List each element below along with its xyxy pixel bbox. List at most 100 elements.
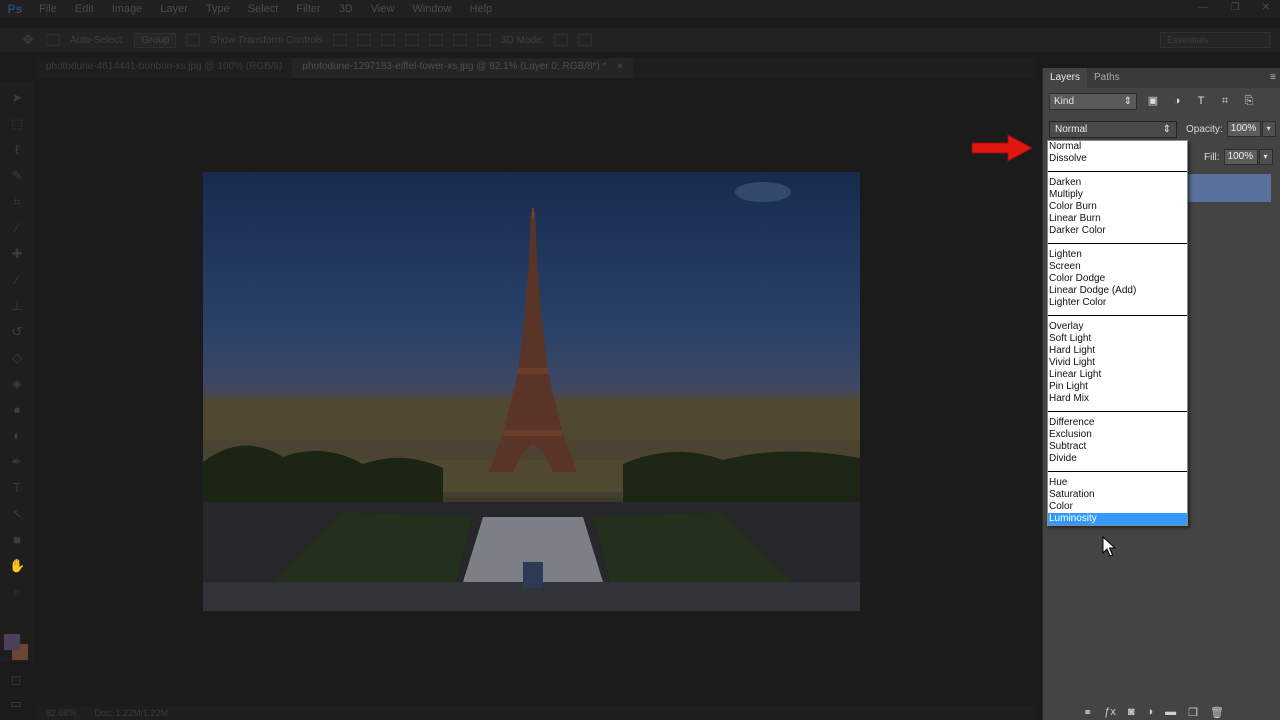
zoom-level[interactable]: 82.08% (46, 708, 77, 718)
document-tab-eiffel[interactable]: photodune-1297183-eiffel-tower-xs.jpg @ … (292, 58, 634, 78)
fill-dropdown-icon[interactable]: ▾ (1258, 149, 1273, 165)
blend-mode-option-lighten[interactable]: Lighten (1048, 249, 1187, 261)
blend-mode-option-linear-light[interactable]: Linear Light (1048, 369, 1187, 381)
blend-mode-option-color-dodge[interactable]: Color Dodge (1048, 273, 1187, 285)
screen-mode-icon[interactable]: ▭ (8, 696, 24, 712)
blend-mode-option-soft-light[interactable]: Soft Light (1048, 333, 1187, 345)
tab-layers[interactable]: Layers (1043, 68, 1088, 88)
blend-mode-option-hue[interactable]: Hue (1048, 477, 1187, 489)
blend-mode-option-darken[interactable]: Darken (1048, 177, 1187, 189)
document-image[interactable] (203, 172, 860, 611)
fill-input[interactable]: 100% (1223, 149, 1258, 165)
path-select-tool-icon[interactable]: ↖ (9, 506, 25, 522)
delete-layer-icon[interactable]: 🗑 (1210, 706, 1224, 720)
auto-select-checkbox[interactable] (46, 34, 60, 46)
blend-mode-option-multiply[interactable]: Multiply (1048, 189, 1187, 201)
blend-mode-option-overlay[interactable]: Overlay (1048, 321, 1187, 333)
move-tool-icon[interactable]: ✥ (20, 32, 36, 48)
dodge-tool-icon[interactable]: ◐ (9, 428, 25, 444)
menu-edit[interactable]: Edit (66, 3, 103, 15)
distribute-icon[interactable] (477, 34, 492, 46)
quick-mask-icon[interactable]: ◻ (8, 672, 24, 688)
menu-select[interactable]: Select (239, 3, 288, 15)
menu-file[interactable]: File (30, 3, 66, 15)
opacity-input[interactable]: 100% (1226, 121, 1261, 137)
new-group-icon[interactable]: ▬ (1165, 706, 1176, 720)
document-tab-bonbon[interactable]: photodune-4614441-bonbon-xs.jpg @ 100% (… (36, 58, 292, 78)
panel-menu-icon[interactable]: ≡ (1270, 72, 1276, 83)
menu-type[interactable]: Type (197, 3, 239, 15)
3d-pan-icon[interactable] (578, 34, 593, 46)
healing-brush-tool-icon[interactable]: ✚ (9, 246, 25, 262)
blend-mode-option-saturation[interactable]: Saturation (1048, 489, 1187, 501)
blur-tool-icon[interactable]: ● (9, 402, 25, 418)
blend-mode-option-subtract[interactable]: Subtract (1048, 441, 1187, 453)
hand-tool-icon[interactable]: ✋ (9, 558, 25, 574)
crop-tool-icon[interactable]: ⌗ (9, 194, 25, 210)
align-right-icon[interactable] (453, 34, 468, 46)
blend-mode-option-vivid-light[interactable]: Vivid Light (1048, 357, 1187, 369)
filter-kind-select[interactable]: Kind ⇕ (1049, 92, 1137, 110)
3d-rotate-icon[interactable] (554, 34, 569, 46)
show-transform-checkbox[interactable] (186, 34, 201, 46)
blend-mode-option-screen[interactable]: Screen (1048, 261, 1187, 273)
move-tool-icon[interactable]: ➤ (9, 90, 25, 106)
lasso-tool-icon[interactable]: ℓ (9, 142, 25, 158)
filter-shape-icon[interactable]: ⌗ (1217, 93, 1233, 109)
pen-tool-icon[interactable]: ✒ (9, 454, 25, 470)
close-tab-icon[interactable]: × (617, 61, 623, 72)
eyedropper-tool-icon[interactable]: ⁄ (9, 220, 25, 236)
blend-mode-option-hard-light[interactable]: Hard Light (1048, 345, 1187, 357)
selected-layer-row[interactable] (1183, 174, 1271, 202)
layer-style-icon[interactable]: ƒx (1104, 706, 1116, 720)
zoom-tool-icon[interactable]: ⌕ (9, 584, 25, 600)
type-tool-icon[interactable]: T (9, 480, 25, 496)
blend-mode-option-difference[interactable]: Difference (1048, 417, 1187, 429)
menu-help[interactable]: Help (461, 3, 502, 15)
filter-smart-object-icon[interactable]: ⎘ (1241, 93, 1257, 109)
foreground-color-swatch[interactable] (4, 634, 20, 650)
marquee-tool-icon[interactable]: ⬚ (9, 116, 25, 132)
filter-type-icon[interactable]: T (1193, 93, 1209, 109)
blend-mode-dropdown[interactable]: Normal Dissolve Darken Multiply Color Burn Li… (1047, 140, 1188, 526)
new-layer-icon[interactable]: ❐ (1188, 706, 1198, 720)
menu-filter[interactable]: Filter (287, 3, 329, 15)
history-brush-tool-icon[interactable]: ↺ (9, 324, 25, 340)
blend-mode-option-hard-mix[interactable]: Hard Mix (1048, 393, 1187, 405)
eraser-tool-icon[interactable]: ◇ (9, 350, 25, 366)
blend-mode-option-dissolve[interactable]: Dissolve (1048, 153, 1187, 165)
brush-tool-icon[interactable]: ∕ (9, 272, 25, 288)
shape-tool-icon[interactable]: ■ (9, 532, 25, 548)
menu-3d[interactable]: 3D (330, 3, 362, 15)
clone-stamp-tool-icon[interactable]: ⊥ (9, 298, 25, 314)
menu-view[interactable]: View (362, 3, 404, 15)
blend-mode-option-darker-color[interactable]: Darker Color (1048, 225, 1187, 237)
workspace-switcher[interactable]: Essentials (1160, 32, 1270, 48)
minimize-icon[interactable]: — (1199, 2, 1209, 13)
align-middle-icon[interactable] (357, 34, 372, 46)
blend-mode-option-divide[interactable]: Divide (1048, 453, 1187, 465)
align-bottom-icon[interactable] (381, 34, 396, 46)
blend-mode-option-color[interactable]: Color (1048, 501, 1187, 513)
blend-mode-option-linear-dodge-add[interactable]: Linear Dodge (Add) (1048, 285, 1187, 297)
blend-mode-option-normal[interactable]: Normal (1048, 141, 1187, 153)
menu-layer[interactable]: Layer (151, 3, 197, 15)
blend-mode-option-exclusion[interactable]: Exclusion (1048, 429, 1187, 441)
quick-select-tool-icon[interactable]: ✎ (9, 168, 25, 184)
align-left-icon[interactable] (405, 34, 420, 46)
paint-bucket-tool-icon[interactable]: ◈ (9, 376, 25, 392)
close-icon[interactable]: ✕ (1262, 2, 1270, 13)
layer-mask-icon[interactable]: ◙ (1128, 706, 1135, 720)
filter-pixel-icon[interactable]: ▣ (1145, 93, 1161, 109)
blend-mode-option-luminosity[interactable]: Luminosity (1048, 513, 1187, 525)
menu-image[interactable]: Image (103, 3, 152, 15)
link-layers-icon[interactable]: ⚭ (1083, 706, 1092, 720)
align-center-icon[interactable] (429, 34, 444, 46)
restore-icon[interactable]: ❐ (1231, 2, 1240, 13)
opacity-dropdown-icon[interactable]: ▾ (1261, 121, 1276, 137)
adjustment-layer-icon[interactable]: ◑ (1147, 706, 1154, 720)
align-top-icon[interactable] (333, 34, 348, 46)
blend-mode-option-pin-light[interactable]: Pin Light (1048, 381, 1187, 393)
filter-adjustment-icon[interactable]: ◑ (1169, 93, 1185, 109)
blend-mode-option-lighter-color[interactable]: Lighter Color (1048, 297, 1187, 309)
